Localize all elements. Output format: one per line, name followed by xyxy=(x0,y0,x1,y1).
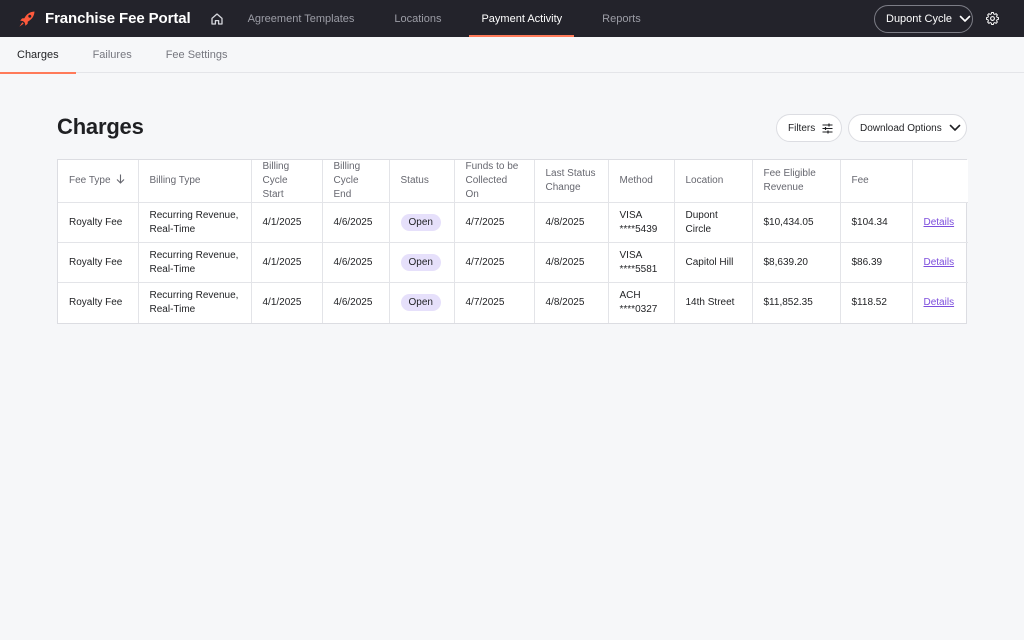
cell-last-change: 4/8/2025 xyxy=(534,202,609,243)
nav-item-label: Reports xyxy=(602,12,641,25)
details-link[interactable]: Details xyxy=(924,217,955,228)
cell-billing-type: Recurring Revenue, Real-Time xyxy=(138,242,252,283)
tab-fee-settings[interactable]: Fee Settings xyxy=(149,37,245,73)
cell-action: Details xyxy=(912,283,968,323)
cell-status: Open xyxy=(389,202,455,243)
sub-tabs: Charges Failures Fee Settings xyxy=(0,37,1024,74)
cell-status: Open xyxy=(389,242,455,283)
cell-last-change: 4/8/2025 xyxy=(534,242,609,283)
cell-location: 14th Street xyxy=(674,282,753,323)
method-type: VISA xyxy=(619,249,643,261)
cell-billing-type: Recurring Revenue, Real-Time xyxy=(138,202,252,243)
method-type: ACH xyxy=(619,289,641,301)
column-header-method[interactable]: Method xyxy=(608,160,675,203)
column-header-actions xyxy=(912,160,968,203)
cell-cycle-start: 4/1/2025 xyxy=(251,242,323,283)
details-link[interactable]: Details xyxy=(924,257,955,268)
cell-location: Dupont Circle xyxy=(674,202,753,243)
cell-revenue: $10,434.05 xyxy=(752,202,841,243)
charges-table: Fee Type Billing Type Billing Cycle Star… xyxy=(57,159,968,324)
tab-label: Failures xyxy=(92,49,132,61)
cell-method: ACH ****0327 xyxy=(608,282,675,323)
chevron-down-icon xyxy=(949,124,961,131)
cell-fee-type: Royalty Fee xyxy=(58,202,139,243)
table-header-row: Fee Type Billing Type Billing Cycle Star… xyxy=(58,160,968,203)
sliders-icon xyxy=(822,123,833,133)
tab-failures[interactable]: Failures xyxy=(76,37,149,73)
filters-button-label: Filters xyxy=(788,122,816,134)
nav-item-reports[interactable]: Reports xyxy=(590,0,653,37)
top-nav-bar: Franchise Fee Portal Agreement Templates… xyxy=(0,0,1024,37)
status-badge: Open xyxy=(400,254,441,271)
cell-fee: $86.39 xyxy=(840,242,913,283)
cell-billing-type: Recurring Revenue, Real-Time xyxy=(138,282,252,323)
cell-fee-type: Royalty Fee xyxy=(58,242,139,283)
home-icon[interactable] xyxy=(210,12,224,26)
tab-charges[interactable]: Charges xyxy=(0,37,76,74)
column-header-fee-eligible-revenue[interactable]: Fee Eligible Revenue xyxy=(752,160,841,203)
column-header-funds-collected-on[interactable]: Funds to be Collected On xyxy=(454,160,535,203)
column-header-label: Fee Type xyxy=(69,175,111,186)
sort-down-arrow-icon xyxy=(116,174,124,184)
column-header-billing-type[interactable]: Billing Type xyxy=(138,160,252,203)
column-header-billing-cycle-end[interactable]: Billing Cycle End xyxy=(322,160,390,203)
nav-item-label: Payment Activity xyxy=(481,12,563,25)
tab-label: Charges xyxy=(17,49,59,61)
tab-label: Fee Settings xyxy=(165,49,228,61)
location-select[interactable]: Dupont Cycle xyxy=(874,5,973,33)
column-header-fee[interactable]: Fee xyxy=(840,160,913,203)
page-title: Charges xyxy=(57,114,144,139)
cell-fee: $104.34 xyxy=(840,202,913,243)
table-row: Royalty Fee Recurring Revenue, Real-Time… xyxy=(58,242,968,283)
main-nav: Agreement Templates Locations Payment Ac… xyxy=(234,0,669,37)
column-header-fee-type[interactable]: Fee Type xyxy=(58,160,139,203)
cell-method: VISA ****5581 xyxy=(608,242,675,283)
app-title: Franchise Fee Portal xyxy=(45,10,191,27)
column-header-status[interactable]: Status xyxy=(389,160,455,203)
cell-location: Capitol Hill xyxy=(674,242,753,283)
cell-fee: $118.52 xyxy=(840,282,913,323)
cell-cycle-start: 4/1/2025 xyxy=(251,282,323,323)
download-options-button[interactable]: Download Options xyxy=(848,114,967,142)
nav-item-payment-activity[interactable]: Payment Activity xyxy=(469,0,574,37)
column-header-last-status-change[interactable]: Last Status Change xyxy=(534,160,609,203)
status-badge: Open xyxy=(400,294,441,312)
details-link[interactable]: Details xyxy=(924,297,955,308)
status-badge: Open xyxy=(400,214,441,231)
cell-revenue: $8,639.20 xyxy=(752,242,841,283)
method-type: VISA xyxy=(619,209,643,221)
cell-last-change: 4/8/2025 xyxy=(534,282,609,323)
filters-button[interactable]: Filters xyxy=(776,114,842,142)
cell-status: Open xyxy=(389,282,455,323)
nav-item-agreement-templates[interactable]: Agreement Templates xyxy=(236,0,367,37)
brand[interactable]: Franchise Fee Portal xyxy=(0,0,191,37)
cell-fee-type: Royalty Fee xyxy=(58,282,139,323)
method-number: ****0327 xyxy=(619,303,658,315)
download-options-label: Download Options xyxy=(860,122,942,134)
location-select-value: Dupont Cycle xyxy=(886,13,953,25)
nav-item-label: Agreement Templates xyxy=(247,12,355,25)
cell-cycle-end: 4/6/2025 xyxy=(322,242,390,283)
cell-collect-on: 4/7/2025 xyxy=(454,242,535,283)
cell-method: VISA ****5439 xyxy=(608,202,675,243)
cell-action: Details xyxy=(912,242,968,283)
gear-icon[interactable] xyxy=(986,12,999,25)
cell-collect-on: 4/7/2025 xyxy=(454,282,535,323)
rocket-icon xyxy=(19,11,35,27)
cell-action: Details xyxy=(912,202,968,243)
nav-item-label: Locations xyxy=(394,12,442,25)
cell-collect-on: 4/7/2025 xyxy=(454,202,535,243)
nav-item-locations[interactable]: Locations xyxy=(382,0,453,37)
table-row: Royalty Fee Recurring Revenue, Real-Time… xyxy=(58,282,968,323)
chevron-down-icon xyxy=(959,15,971,22)
cell-cycle-end: 4/6/2025 xyxy=(322,282,390,323)
table-row: Royalty Fee Recurring Revenue, Real-Time… xyxy=(58,202,968,243)
method-number: ****5439 xyxy=(619,223,658,235)
cell-revenue: $11,852.35 xyxy=(752,282,841,323)
column-header-billing-cycle-start[interactable]: Billing Cycle Start xyxy=(251,160,323,203)
column-header-location[interactable]: Location xyxy=(674,160,753,203)
method-number: ****5581 xyxy=(619,263,658,275)
cell-cycle-end: 4/6/2025 xyxy=(322,202,390,243)
cell-cycle-start: 4/1/2025 xyxy=(251,202,323,243)
